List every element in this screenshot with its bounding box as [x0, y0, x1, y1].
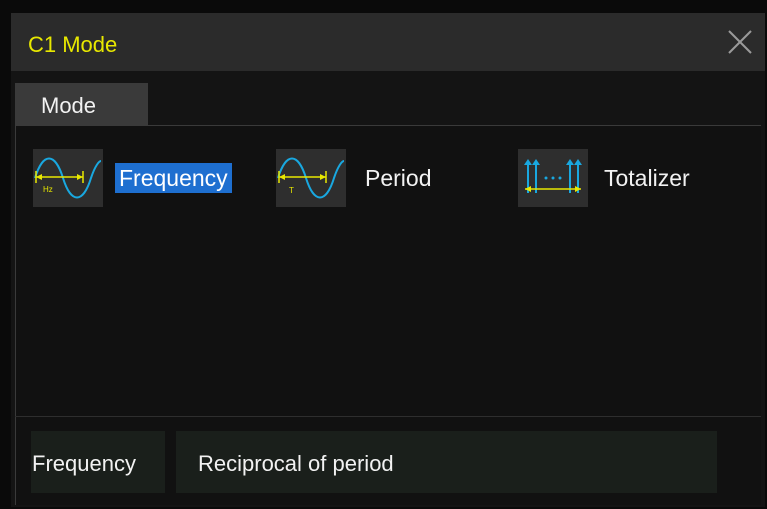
description-key: Frequency	[32, 451, 136, 476]
totalizer-pulse-icon	[518, 149, 588, 207]
close-icon	[728, 30, 752, 54]
svg-text:Hz: Hz	[43, 185, 53, 194]
option-frequency-label: Frequency	[115, 163, 232, 193]
svg-text:T: T	[289, 186, 294, 195]
tab-mode-label: Mode	[41, 93, 97, 118]
frequency-wave-icon: Hz	[33, 149, 103, 207]
description-value-box: Reciprocal of period	[176, 431, 717, 493]
page: C1 Mode Mode Hz Frequency T Period Total…	[0, 0, 767, 509]
period-wave-icon: T	[276, 149, 346, 207]
option-period-label: Period	[365, 165, 432, 191]
mode-dialog: C1 Mode Mode Hz Frequency T Period Total…	[11, 13, 765, 507]
option-period[interactable]: T Period	[276, 149, 471, 207]
option-totalizer-label: Totalizer	[604, 165, 690, 191]
divider	[15, 416, 761, 417]
description-value: Reciprocal of period	[198, 451, 394, 476]
tab-mode[interactable]: Mode	[15, 83, 148, 125]
option-totalizer[interactable]: Totalizer	[518, 149, 724, 207]
option-frequency[interactable]: Hz Frequency	[33, 149, 278, 207]
description-key-box: Frequency	[31, 431, 165, 493]
dialog-title: C1 Mode	[28, 32, 118, 57]
dialog-titlebar: C1 Mode	[11, 13, 765, 71]
close-button[interactable]	[715, 17, 765, 67]
